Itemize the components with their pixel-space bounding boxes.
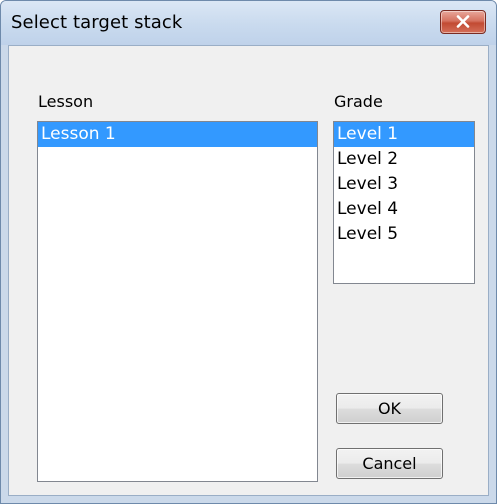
- grade-list-item[interactable]: Level 1: [334, 122, 474, 147]
- grade-list-item[interactable]: Level 3: [334, 172, 474, 197]
- title-bar[interactable]: Select target stack: [1, 1, 496, 45]
- close-button[interactable]: [440, 10, 486, 34]
- close-icon: [456, 15, 470, 28]
- cancel-button[interactable]: Cancel: [336, 448, 443, 479]
- window-title: Select target stack: [11, 12, 183, 33]
- grade-label: Grade: [334, 92, 383, 111]
- grade-listbox[interactable]: Level 1 Level 2 Level 3 Level 4 Level 5: [333, 121, 475, 284]
- grade-list-item[interactable]: Level 4: [334, 197, 474, 222]
- lesson-list-item[interactable]: Lesson 1: [38, 122, 317, 147]
- lesson-listbox[interactable]: Lesson 1: [37, 121, 318, 482]
- dialog-window: Select target stack Lesson Lesson 1 Grad…: [0, 0, 497, 504]
- lesson-label: Lesson: [38, 92, 94, 111]
- ok-button[interactable]: OK: [336, 393, 443, 424]
- grade-list-item[interactable]: Level 5: [334, 222, 474, 247]
- dialog-client-area: Lesson Lesson 1 Grade Level 1 Level 2 Le…: [8, 45, 489, 496]
- grade-list-item[interactable]: Level 2: [334, 147, 474, 172]
